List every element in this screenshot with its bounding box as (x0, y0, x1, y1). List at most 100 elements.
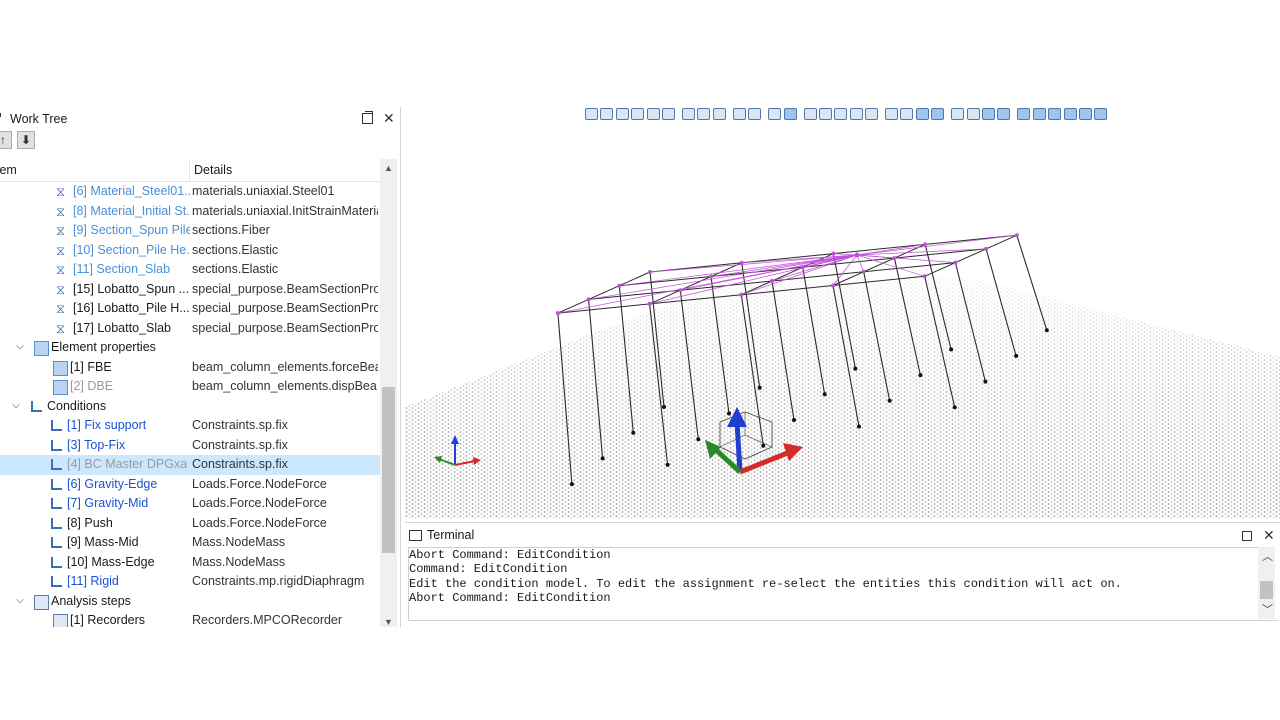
tree-row-details: sections.Elastic (192, 242, 279, 257)
base-node (857, 424, 861, 429)
work-tree-panel: Work Tree ✕ ↑ ⬇ tem Details ⧖ [6] Materia… (0, 107, 401, 627)
terminal-input[interactable] (408, 620, 1278, 629)
chevron-down-icon[interactable]: ⌵ (10, 400, 22, 412)
terminal-line: Abort Command: EditCondition (409, 548, 611, 562)
base-node (887, 398, 892, 403)
base-node (727, 411, 731, 416)
rigid-link (856, 254, 865, 272)
recorder-icon (53, 614, 68, 627)
base-node (662, 405, 666, 409)
base-node (569, 482, 574, 487)
model-scene[interactable] (405, 107, 1280, 518)
base-node (757, 385, 762, 390)
tree-row-label: [8] Push (67, 515, 113, 530)
beam-element (557, 298, 589, 314)
tree-row[interactable]: [10] Mass-Edge Mass.NodeMass (0, 553, 380, 573)
element-properties-icon (34, 341, 49, 356)
condition-icon (50, 575, 63, 588)
tree-row[interactable]: ⌵ Analysis steps (0, 592, 380, 612)
tree-row[interactable]: ⧖ [15] Lobatto_Spun ... special_purpose.Be… (0, 280, 380, 300)
tree-row[interactable]: ⧖ [17] Lobatto_Slab special_purpose.BeamSe… (0, 319, 380, 339)
material-icon: ⧖ (56, 301, 66, 316)
terminal-scroll-thumb[interactable] (1260, 581, 1273, 599)
top-node (953, 260, 958, 265)
tree-row[interactable]: [1] Recorders Recorders.MPCORecorder (0, 611, 380, 627)
tree-row[interactable]: [2] DBE beam_column_elements.dispBea... (0, 377, 380, 397)
terminal-line: Command: EditCondition (409, 562, 568, 577)
base-node (631, 430, 636, 435)
beam-element (588, 285, 620, 300)
tree-row-label: [9] Mass-Mid (67, 535, 139, 549)
tree-row-details: Loads.Force.NodeForce (192, 515, 327, 530)
tree-row[interactable]: ⌵ Element properties (0, 338, 380, 358)
tree-row[interactable]: [1] Fix support Constraints.sp.fix (0, 416, 380, 436)
base-node (918, 373, 923, 378)
tree-row-label: [3] Top-Fix (67, 437, 126, 452)
top-node (1014, 233, 1019, 238)
restore-icon[interactable] (362, 111, 373, 124)
tree-row-label: [4] BC Master DPGxa (67, 457, 188, 471)
base-node (696, 437, 701, 442)
close-icon[interactable]: ✕ (1263, 527, 1275, 544)
tree-row-label: [7] Gravity-Mid (67, 496, 149, 510)
scroll-down-icon[interactable]: ﹀ (1262, 601, 1273, 617)
tree-row[interactable]: [9] Mass-Mid Mass.NodeMass (0, 533, 380, 553)
tree-row[interactable]: ⧖ [8] Material_Initial St... materials.uni… (0, 202, 380, 222)
top-node (831, 283, 835, 288)
column-details-header[interactable]: Details (194, 163, 232, 177)
tree-row-details: beam_column_elements.dispBea... (192, 379, 378, 393)
terminal-output[interactable]: Abort Command: EditCondition Command: Edi… (408, 547, 1259, 621)
scroll-down-icon[interactable]: ▼ (384, 617, 393, 627)
beam-element (955, 248, 987, 264)
3d-viewport[interactable] (405, 107, 1280, 518)
tree-row[interactable]: [11] Rigid Constraints.mp.rigidDiaphragm (0, 572, 380, 592)
tree-scroll-thumb[interactable] (382, 387, 395, 553)
base-node (792, 418, 796, 422)
top-node (922, 274, 927, 279)
tree-row-details: Mass.NodeMass (192, 535, 286, 549)
tree-row[interactable]: ⧖ [9] Section_Spun Pile sections.Fiber (0, 221, 380, 241)
move-down-button[interactable]: ⬇ (17, 131, 35, 149)
tree-row-details: Constraints.sp.fix (192, 418, 288, 432)
tree-row-label: [10] Section_Pile He... (73, 242, 190, 257)
column-separator[interactable] (189, 159, 190, 181)
scroll-up-icon[interactable]: ▲ (384, 163, 393, 173)
base-node (1044, 328, 1049, 333)
material-icon: ⧖ (56, 262, 66, 277)
tree-row[interactable]: [1] FBE beam_column_elements.forceBea... (0, 358, 380, 378)
close-icon[interactable]: ✕ (383, 110, 395, 127)
chevron-down-icon[interactable]: ⌵ (14, 595, 26, 607)
column-item-header[interactable]: tem (0, 163, 17, 177)
tree-row-details: sections.Fiber (192, 223, 270, 237)
top-node (739, 260, 744, 265)
tree-row-label: Element properties (51, 340, 156, 354)
tree-row[interactable]: ⌵ Conditions (0, 397, 380, 417)
top-node (709, 274, 713, 279)
tree-row[interactable]: [7] Gravity-Mid Loads.Force.NodeForce (0, 494, 380, 514)
tree-row-label: [9] Section_Spun Pile (73, 223, 190, 237)
tree-row-label: [15] Lobatto_Spun ... (73, 281, 190, 296)
scroll-up-icon[interactable]: ︿ (1262, 548, 1273, 564)
move-up-button[interactable]: ↑ (0, 131, 12, 149)
tree-row[interactable]: ⧖ [11] Section_Slab sections.Elastic (0, 260, 380, 280)
tree-row[interactable]: [8] Push Loads.Force.NodeForce (0, 514, 380, 534)
panel-grip-icon (0, 113, 1, 117)
tree-row-details: Loads.Force.NodeForce (192, 496, 327, 510)
tree-row-label: Conditions (47, 398, 107, 413)
tree-row[interactable]: ⧖ [16] Lobatto_Pile H... special_purpose.B… (0, 299, 380, 319)
top-node (648, 270, 652, 274)
condition-icon (50, 439, 63, 452)
tree-row[interactable]: ⧖ [6] Material_Steel01... materials.uniaxi… (0, 182, 380, 202)
tree-row[interactable]: [4] BC Master DPGxa Constraints.sp.fix (0, 455, 380, 475)
tree-row[interactable]: [3] Top-Fix Constraints.sp.fix (0, 436, 380, 456)
tree-row[interactable]: ⧖ [10] Section_Pile He... sections.Elastic (0, 241, 380, 261)
beam-element (924, 262, 956, 277)
tree-row[interactable]: [6] Gravity-Edge Loads.Force.NodeForce (0, 475, 380, 495)
chevron-down-icon[interactable]: ⌵ (14, 341, 26, 353)
base-node (853, 366, 858, 371)
beam-element (863, 262, 956, 273)
top-node (800, 265, 805, 270)
beam-element (557, 303, 650, 314)
analysis-steps-icon (34, 594, 49, 610)
restore-icon[interactable] (1242, 531, 1252, 541)
